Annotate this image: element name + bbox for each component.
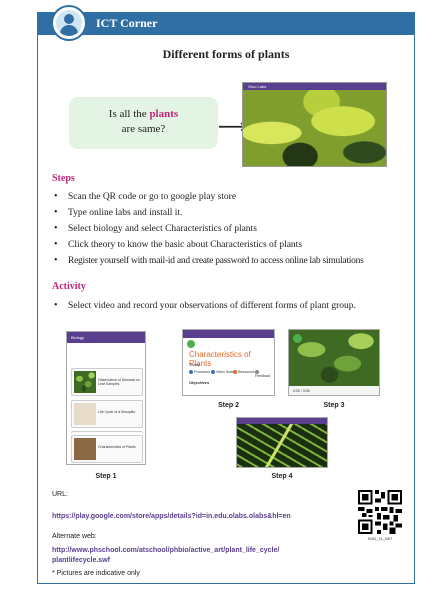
hero-app-bar: Oloo Labs [243,83,386,90]
list-item: Type online labs and install it. [52,205,412,221]
video-controls: 0:00 / 3:06 [289,386,379,395]
moss-image [243,90,386,166]
qr-code-icon[interactable] [358,490,402,534]
header-bar [38,13,414,35]
qr-code-id: 9181_11_B07 [367,536,393,541]
step2-screenshot: Characteristics of Plants Theory Procedu… [182,329,275,396]
card-title: Characteristics of Plants [98,445,136,449]
card-title: Observation of Stomata on Leaf Samples [98,378,140,386]
question-line2: are same? [121,123,166,135]
back-icon [293,334,302,343]
question-prefix: Is all the [108,108,150,120]
step2-tab: Feedback [255,370,274,378]
steps-list: Scan the QR code or go to google play st… [52,189,412,269]
page-title: Different forms of plants [162,47,290,61]
step2-tab: Resources [233,370,255,375]
step4-label: Step 4 [271,473,293,480]
ict-corner-panel: ICT Corner Different forms of plants Is … [37,5,415,584]
fern-image [237,424,327,467]
list-item: Scan the QR code or go to google play st… [52,189,412,205]
step1-app-bar: Biology [67,332,145,343]
step2-tab: Procedure [189,370,210,375]
step1-screenshot-bottom: Characteristics of Plants [66,433,146,465]
steps-heading: Steps [52,173,75,184]
card-thumbnail [74,438,96,460]
hero-screenshot: Oloo Labs [242,82,387,167]
step2-theory-row: Theory [189,363,200,367]
step3-screenshot: 0:00 / 3:06 [288,329,380,396]
alternate-web-label: Alternate web: [52,533,97,540]
activity-heading: Activity [52,281,86,292]
mosquito-thumbnail [74,403,96,425]
list-item: Observation of Stomata on Leaf Samples [71,368,143,396]
step2-objectives: Objectives [189,380,210,385]
moss-image [289,330,379,386]
step3-label: Step 3 [323,402,345,409]
card-thumbnail [74,371,96,393]
alternate-url-line1: http://www.phschool.com/atschool/phbio/a… [52,547,280,554]
step2-title: Characteristics of Plants [189,350,251,368]
header-title: ICT Corner [96,16,158,30]
activity-list: Select video and record your observation… [52,298,412,314]
list-item: Life Cycle of a Mosquito [71,400,143,428]
step2-tab: Video Note [211,370,233,375]
disclaimer-note: * Pictures are indicative only [52,570,140,577]
url-label: URL: [52,491,68,498]
student-avatar-icon [51,5,87,41]
list-item: Select video and record your observation… [52,298,412,314]
card-title: Life Cycle of a Mosquito [98,410,136,414]
question-highlight: plants [149,108,179,120]
back-icon [187,340,195,348]
list-item: Characteristics of Plants [71,435,143,463]
question-bubble: Is all the plants are same? [69,97,218,149]
video-time: 0:00 / 3:06 [293,389,310,393]
step2-app-bar [183,330,274,338]
list-item: Register yourself with mail-id and creat… [52,253,412,269]
alternate-url-line2: plantlifecycle.swf [52,557,110,564]
list-item: Click theory to know the basic about Cha… [52,237,412,253]
alternate-web-link[interactable]: http://www.phschool.com/atschool/phbio/a… [52,546,279,566]
step1-label: Step 1 [95,473,117,480]
play-store-link[interactable]: https://play.google.com/store/apps/detai… [52,512,291,522]
step4-screenshot [236,417,328,468]
step2-label: Step 2 [217,402,239,409]
list-item: Select biology and select Characteristic… [52,221,412,237]
